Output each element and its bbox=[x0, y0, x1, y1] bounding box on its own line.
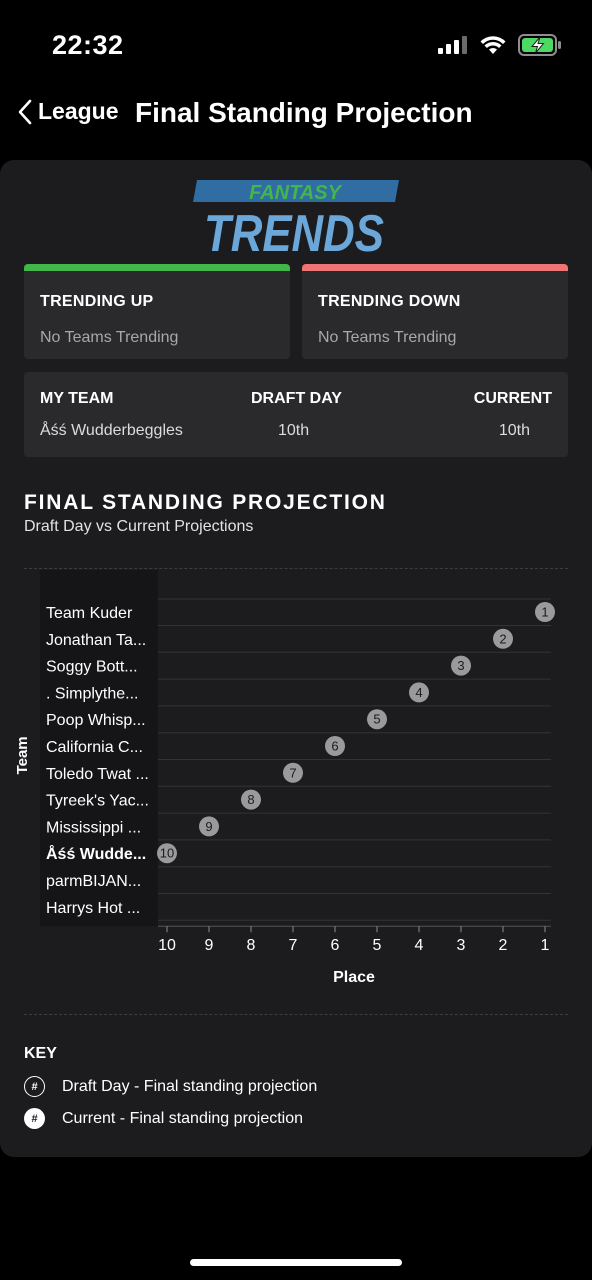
home-indicator[interactable] bbox=[190, 1259, 402, 1266]
x-tick-label: 5 bbox=[373, 937, 382, 954]
x-tick-label: 4 bbox=[415, 937, 424, 954]
draft-day-value: 10th bbox=[278, 422, 310, 439]
key-label: Current - Final standing projection bbox=[62, 1109, 304, 1127]
team-label: Poop Whisp... bbox=[46, 712, 146, 729]
trending-up-card: TRENDING UP No Teams Trending bbox=[24, 264, 290, 359]
team-label: . Simplythe... bbox=[46, 685, 138, 702]
trending-down-title: TRENDING DOWN bbox=[318, 293, 461, 310]
data-point-label: 1 bbox=[541, 605, 548, 620]
team-label: Toledo Twat ... bbox=[46, 766, 149, 783]
x-tick-label: 7 bbox=[289, 937, 298, 954]
data-point-label: 6 bbox=[331, 739, 338, 754]
logo-line1: FANTASY bbox=[249, 182, 343, 204]
x-tick-label: 1 bbox=[541, 937, 550, 954]
draft-day-badge-icon: # bbox=[24, 1076, 45, 1097]
data-point-label: 5 bbox=[373, 712, 380, 727]
team-label: parmBIJAN... bbox=[46, 873, 141, 890]
current-header: CURRENT bbox=[473, 390, 552, 407]
y-axis-title: Team bbox=[14, 736, 31, 774]
x-tick-label: 9 bbox=[205, 937, 214, 954]
key-item-draft-day: # Draft Day - Final standing projection bbox=[24, 1076, 317, 1097]
team-label: Soggy Bott... bbox=[46, 659, 138, 676]
team-label: California C... bbox=[46, 739, 143, 756]
section-subtitle: Draft Day vs Current Projections bbox=[24, 518, 254, 535]
data-point-label: 2 bbox=[499, 631, 506, 646]
x-tick-label: 2 bbox=[499, 937, 508, 954]
current-badge-icon: # bbox=[24, 1108, 45, 1129]
x-axis-title: Place bbox=[333, 969, 375, 986]
team-label: Harrys Hot ... bbox=[46, 900, 140, 917]
chevron-left-icon bbox=[18, 99, 32, 124]
team-label: Team Kuder bbox=[46, 605, 133, 622]
fantasy-trends-logo: FANTASY TRENDS bbox=[193, 180, 399, 254]
back-button[interactable]: League bbox=[18, 98, 119, 125]
my-team-card: MY TEAM DRAFT DAY CURRENT Åśś Wudderbegg… bbox=[24, 372, 568, 457]
my-team-name: Åśś Wudderbeggles bbox=[40, 422, 183, 439]
x-tick-label: 6 bbox=[331, 937, 340, 954]
page-title: Final Standing Projection bbox=[135, 97, 473, 128]
logo-line2: TRENDS bbox=[204, 205, 384, 254]
team-label: Åśś Wudde... bbox=[46, 844, 146, 863]
trending-up-text: No Teams Trending bbox=[40, 329, 179, 346]
data-point-label: 10 bbox=[160, 846, 174, 861]
content-panel: FANTASY TRENDS TRENDING UP No Teams Tren… bbox=[0, 160, 592, 1157]
draft-day-header: DRAFT DAY bbox=[251, 390, 342, 407]
data-point-label: 9 bbox=[205, 819, 212, 834]
section-title: FINAL STANDING PROJECTION bbox=[24, 491, 387, 514]
data-point-label: 7 bbox=[289, 765, 296, 780]
trending-down-text: No Teams Trending bbox=[318, 329, 457, 346]
status-time: 22:32 bbox=[52, 30, 124, 60]
key-label: Draft Day - Final standing projection bbox=[62, 1077, 318, 1095]
key-title: KEY bbox=[24, 1045, 57, 1062]
wifi-icon bbox=[480, 35, 506, 54]
x-tick-label: 10 bbox=[158, 937, 176, 954]
battery-charging-icon bbox=[518, 34, 561, 56]
trending-down-card: TRENDING DOWN No Teams Trending bbox=[302, 264, 568, 359]
my-team-header: MY TEAM bbox=[40, 390, 114, 407]
navigation-bar: League Final Standing Projection bbox=[0, 90, 592, 148]
trending-up-accent-bar bbox=[24, 264, 290, 271]
trending-up-title: TRENDING UP bbox=[40, 293, 154, 310]
status-icons bbox=[438, 34, 562, 56]
trending-down-accent-bar bbox=[302, 264, 568, 271]
data-point-label: 8 bbox=[247, 792, 254, 807]
current-value: 10th bbox=[498, 422, 530, 439]
team-label: Tyreek's Yac... bbox=[46, 793, 149, 810]
team-label: Jonathan Ta... bbox=[46, 632, 146, 649]
divider-bottom bbox=[24, 1014, 568, 1015]
cellular-signal-icon bbox=[438, 36, 467, 54]
data-point-label: 3 bbox=[457, 658, 464, 673]
x-tick-label: 3 bbox=[457, 937, 466, 954]
data-point-label: 4 bbox=[415, 685, 422, 700]
back-label: League bbox=[38, 98, 119, 124]
status-bar: 22:32 bbox=[0, 0, 592, 90]
x-tick-label: 8 bbox=[247, 937, 256, 954]
standing-projection-chart: Team Kuder Jonathan Ta... Soggy Bott... . S… bbox=[14, 570, 555, 986]
key-item-current: # Current - Final standing projection bbox=[24, 1108, 303, 1129]
team-label: Mississippi ... bbox=[46, 819, 141, 836]
